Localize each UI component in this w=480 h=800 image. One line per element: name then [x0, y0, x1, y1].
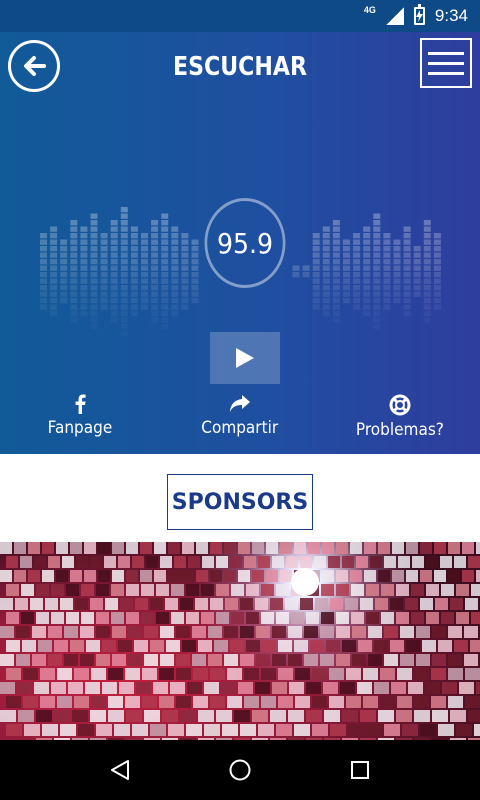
fanpage-label: Fanpage [47, 418, 113, 438]
sponsors-button[interactable]: SPONSORS [167, 474, 313, 530]
share-icon [230, 395, 250, 412]
banner-image [0, 542, 480, 740]
nav-recents-icon [351, 761, 369, 779]
menu-button[interactable] [420, 38, 472, 88]
nav-recents-button[interactable] [340, 750, 380, 790]
nav-back-icon [111, 760, 129, 780]
nav-home-icon [229, 759, 251, 781]
play-button[interactable] [210, 332, 280, 384]
problems-label: Problemas? [355, 420, 445, 440]
share-button[interactable]: Compartir [190, 394, 290, 438]
action-row: Fanpage Compartir Problemas? [0, 394, 480, 450]
signal-icon [385, 7, 404, 25]
problems-button[interactable]: Problemas? [350, 394, 450, 440]
play-icon [236, 348, 254, 368]
fanpage-button[interactable]: Fanpage [40, 394, 120, 438]
player-panel: ESCUCHAR 95.9 Fanpage Compartir Problema… [0, 32, 480, 454]
frequency-display: 95.9 [204, 198, 286, 288]
battery-charging-icon [413, 4, 425, 25]
nav-home-button[interactable] [220, 750, 260, 790]
frequency-label: 95.9 [216, 226, 274, 260]
disco-ball-image [0, 542, 480, 740]
status-time: 9:34 [434, 6, 468, 25]
system-navigation-bar [0, 740, 480, 800]
hamburger-menu-icon [428, 51, 464, 55]
network-type-icon: 4G [363, 5, 376, 15]
status-bar: 4G 9:34 [0, 0, 480, 32]
facebook-icon [75, 394, 86, 414]
nav-back-button[interactable] [100, 750, 140, 790]
lifebuoy-icon [389, 394, 411, 416]
share-label: Compartir [201, 418, 279, 438]
page-title: ESCUCHAR [172, 52, 308, 82]
sponsors-section: SPONSORS [0, 454, 480, 542]
